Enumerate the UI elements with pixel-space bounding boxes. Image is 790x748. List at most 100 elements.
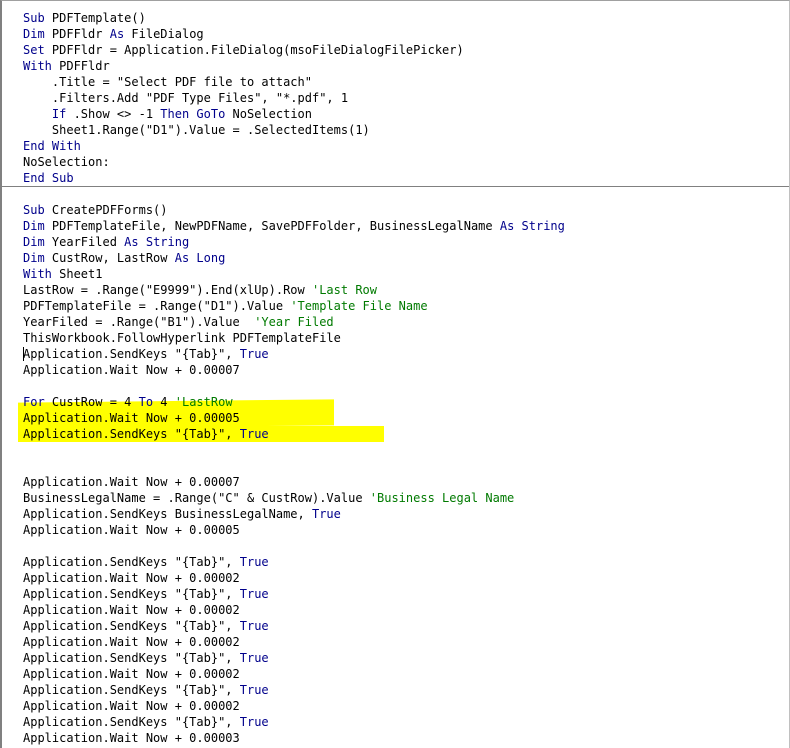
vba-comment: 'Last Row	[311, 283, 378, 297]
code-text: Application.SendKeys "{Tab}",	[23, 587, 240, 601]
code-text: Application.SendKeys "{Tab}",	[23, 427, 240, 441]
code-text: Sheet1	[51, 267, 103, 281]
code-text: Application.SendKeys BusinessLegalName,	[23, 507, 312, 521]
code-text: NoSelection	[225, 107, 313, 121]
code-text: PDFTemplateFile, NewPDFName, SavePDFFold…	[44, 219, 500, 233]
vba-comment: 'Template File Name	[290, 299, 428, 313]
code-text: Application.Wait Now + 0.00002	[23, 571, 240, 585]
code-line: Application.SendKeys "{Tab}", True	[23, 554, 269, 570]
code-text: NoSelection:	[23, 155, 110, 169]
vba-keyword: True	[239, 651, 269, 665]
code-line: Dim YearFiled As String	[23, 234, 189, 250]
code-line: .Title = "Select PDF file to attach"	[23, 74, 312, 90]
vba-keyword: If	[51, 107, 67, 121]
code-text: PDFTemplateFile = .Range("D1").Value	[23, 299, 291, 313]
code-line: End With	[23, 138, 81, 154]
code-text: Application.SendKeys "{Tab}",	[23, 715, 240, 729]
code-text: Application.SendKeys "{Tab}",	[23, 555, 240, 569]
code-line: Application.SendKeys "{Tab}", True	[23, 650, 269, 666]
code-line: With Sheet1	[23, 266, 102, 282]
code-text: FileDialog	[124, 27, 204, 41]
code-text: LastRow = .Range("E9999").End(xlUp).Row	[23, 283, 312, 297]
code-text: Application.Wait Now + 0.00005	[23, 411, 240, 425]
vba-code-editor[interactable]: Sub PDFTemplate() Dim PDFFldr As FileDial…	[0, 0, 790, 748]
vba-keyword: True	[239, 715, 269, 729]
code-line: Application.SendKeys "{Tab}", True	[23, 346, 269, 362]
code-line: LastRow = .Range("E9999").End(xlUp).Row …	[23, 282, 377, 298]
code-text: Application.Wait Now + 0.00005	[23, 523, 240, 537]
vba-keyword: To	[138, 395, 154, 409]
code-line: Dim PDFFldr As FileDialog	[23, 26, 204, 42]
code-line: For CustRow = 4 To 4 'LastRow	[23, 394, 233, 410]
code-line: Application.Wait Now + 0.00002	[23, 698, 240, 714]
code-line: Application.Wait Now + 0.00007	[23, 362, 240, 378]
vba-keyword: As String	[124, 235, 190, 249]
code-text: ThisWorkbook.FollowHyperlink PDFTemplate…	[23, 331, 341, 345]
code-text: PDFFldr	[44, 27, 110, 41]
vba-keyword: Then GoTo	[160, 107, 226, 121]
vba-keyword: Sub	[23, 11, 45, 25]
code-text: PDFFldr = Application.FileDialog(msoFile…	[44, 43, 464, 57]
code-line: Application.Wait Now + 0.00002	[23, 666, 240, 682]
code-text: .Title = "Select PDF file to attach"	[23, 75, 312, 89]
code-text: .Show <> -1	[66, 107, 161, 121]
code-line: Dim CustRow, LastRow As Long	[23, 250, 225, 266]
procedure-separator	[2, 186, 789, 187]
code-text: Application.Wait Now + 0.00002	[23, 635, 240, 649]
code-text: YearFiled	[44, 235, 125, 249]
vba-keyword: As	[109, 27, 125, 41]
vba-comment: 'Business Legal Name	[369, 491, 515, 505]
vba-keyword: Dim	[23, 235, 45, 249]
code-line: Application.Wait Now + 0.00007	[23, 474, 240, 490]
code-line: Application.Wait Now + 0.00005	[23, 410, 240, 426]
code-text: YearFiled = .Range("B1").Value	[23, 315, 255, 329]
code-line: Application.SendKeys "{Tab}", True	[23, 714, 269, 730]
code-line: BusinessLegalName = .Range("C" & CustRow…	[23, 490, 514, 506]
code-line: Application.Wait Now + 0.00005	[23, 522, 240, 538]
code-text: Application.Wait Now + 0.00007	[23, 475, 240, 489]
vba-keyword: End With	[23, 139, 81, 153]
vba-keyword: For	[23, 395, 45, 409]
code-text: 4	[153, 395, 175, 409]
code-text: CreatePDFForms()	[44, 203, 168, 217]
code-text: Application.Wait Now + 0.00002	[23, 603, 240, 617]
code-text: PDFTemplate()	[44, 11, 146, 25]
code-text: Application.Wait Now + 0.00003	[23, 731, 240, 745]
code-line: Application.SendKeys "{Tab}", True	[23, 682, 269, 698]
vba-keyword: Dim	[23, 251, 45, 265]
code-line: End Sub	[23, 170, 74, 186]
code-line: Sub PDFTemplate()	[23, 10, 146, 26]
vba-comment: 'Year Filed	[254, 315, 334, 329]
code-line: Set PDFFldr = Application.FileDialog(mso…	[23, 42, 464, 58]
code-text: Application.Wait Now + 0.00007	[23, 363, 240, 377]
vba-keyword: True	[239, 683, 269, 697]
code-line: Dim PDFTemplateFile, NewPDFName, SavePDF…	[23, 218, 565, 234]
code-text: Application.SendKeys "{Tab}",	[23, 619, 240, 633]
code-text: PDFFldr	[51, 59, 110, 73]
code-line: Sheet1.Range("D1").Value = .SelectedItem…	[23, 122, 370, 138]
code-line: Application.SendKeys "{Tab}", True	[23, 426, 269, 442]
code-line: Application.Wait Now + 0.00002	[23, 602, 240, 618]
code-text: Application.SendKeys "{Tab}",	[23, 683, 240, 697]
vba-keyword: As Long	[174, 251, 226, 265]
code-line: Application.Wait Now + 0.00003	[23, 730, 240, 746]
code-line: Application.SendKeys "{Tab}", True	[23, 618, 269, 634]
code-text: Application.SendKeys "{Tab}",	[23, 347, 240, 361]
code-text: Application.Wait Now + 0.00002	[23, 667, 240, 681]
vba-keyword: End Sub	[23, 171, 74, 185]
code-line: Application.SendKeys BusinessLegalName, …	[23, 506, 341, 522]
vba-keyword: True	[239, 555, 269, 569]
vba-keyword: True	[239, 347, 269, 361]
code-line: Application.SendKeys "{Tab}", True	[23, 586, 269, 602]
code-text: Sheet1.Range("D1").Value = .SelectedItem…	[23, 123, 370, 137]
vba-keyword: Dim	[23, 219, 45, 233]
code-line: YearFiled = .Range("B1").Value 'Year Fil…	[23, 314, 334, 330]
code-text: .Filters.Add "PDF Type Files", "*.pdf", …	[23, 91, 349, 105]
vba-keyword: Dim	[23, 27, 45, 41]
vba-keyword: True	[239, 427, 269, 441]
vba-keyword: Set	[23, 43, 45, 57]
code-line: .Filters.Add "PDF Type Files", "*.pdf", …	[23, 90, 348, 106]
code-line: With PDFFldr	[23, 58, 110, 74]
vba-keyword: True	[239, 619, 269, 633]
